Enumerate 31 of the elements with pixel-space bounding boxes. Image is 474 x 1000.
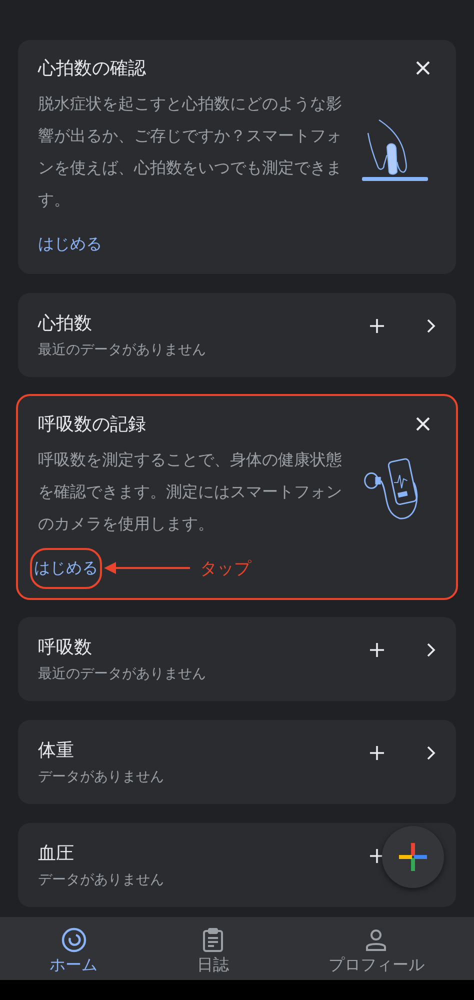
metric-status: 最近のデータがありません bbox=[38, 665, 207, 683]
card-description: 呼吸数を測定することで、身体の健康状態を確認できます。測定にはスマートフォンのカメラを使用します。 bbox=[38, 449, 343, 535]
add-icon[interactable] bbox=[370, 849, 384, 863]
metric-title: 呼吸数 bbox=[38, 636, 93, 659]
metric-title: 血圧 bbox=[38, 842, 75, 865]
start-link[interactable]: はじめる bbox=[38, 234, 102, 254]
chevron-right-icon[interactable] bbox=[427, 643, 436, 657]
annotation-label: タップ bbox=[200, 558, 251, 580]
metric-card[interactable]: 心拍数 最近のデータがありません bbox=[18, 293, 456, 377]
card-title: 心拍数の確認 bbox=[38, 57, 146, 80]
add-icon[interactable] bbox=[370, 746, 384, 760]
card-title: 呼吸数の記録 bbox=[38, 413, 146, 436]
chevron-right-icon[interactable] bbox=[427, 746, 436, 760]
metric-card[interactable]: 呼吸数 最近のデータがありません bbox=[18, 617, 456, 701]
card-description: 脱水症状を起こすと心拍数にどのような影響が出るか、ご存じですか？スマートフォンを使えば、心拍数をいつでも測定できます。 bbox=[38, 93, 343, 211]
start-link[interactable]: はじめる bbox=[34, 558, 98, 578]
metric-card[interactable]: 血圧 データがありません bbox=[18, 823, 456, 907]
ring-icon bbox=[60, 927, 87, 953]
metric-title: 体重 bbox=[38, 739, 75, 762]
metric-status: 最近のデータがありません bbox=[38, 341, 207, 359]
metric-status: データがありません bbox=[38, 768, 165, 786]
metric-status: データがありません bbox=[38, 871, 165, 889]
chevron-right-icon[interactable] bbox=[427, 319, 436, 333]
metric-title: 心拍数 bbox=[38, 312, 93, 335]
nav-tab[interactable]: プロフィール bbox=[322, 917, 430, 980]
add-icon[interactable] bbox=[370, 319, 384, 333]
nav-tab[interactable]: 日誌 bbox=[190, 917, 235, 980]
nav-tab[interactable]: ホーム bbox=[44, 917, 104, 980]
colorful-plus-icon bbox=[399, 843, 427, 871]
metric-card[interactable]: 体重 データがありません bbox=[18, 720, 456, 804]
add-icon[interactable] bbox=[370, 643, 384, 657]
